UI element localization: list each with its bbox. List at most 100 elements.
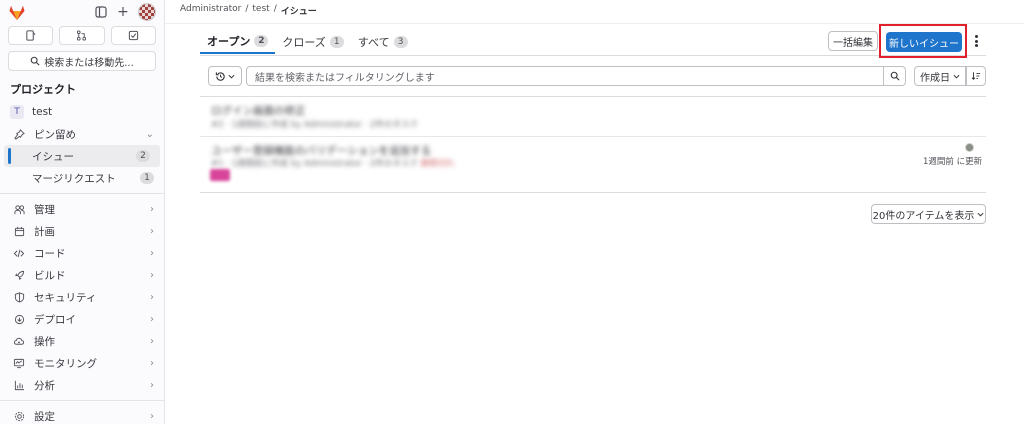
merge-requests-shortcut-button[interactable] — [59, 26, 105, 45]
issue-label-badge[interactable] — [210, 169, 230, 181]
issue-meta: #2 · 1週間前に作成 by Administrator · 2件のタスク — [211, 120, 418, 130]
merge-requests-count-badge: 1 — [140, 172, 154, 184]
breadcrumb-separator: / — [273, 4, 277, 14]
sidebar-item-security[interactable]: セキュリティ › — [0, 286, 164, 308]
issue-row[interactable]: ログイン画面の修正 #2 · 1週間前に作成 by Administrator … — [200, 97, 986, 136]
sidebar-item-operate[interactable]: 操作 › — [0, 330, 164, 352]
chevron-right-icon: › — [150, 410, 154, 422]
gitlab-logo-icon[interactable] — [8, 4, 26, 21]
chevron-down-icon: ⌄ — [145, 128, 154, 140]
chevron-right-icon: › — [150, 225, 154, 237]
search-icon — [30, 56, 40, 66]
more-actions-icon[interactable] — [971, 33, 981, 49]
sidebar-item-pinned[interactable]: ピン留め ⌄ — [0, 123, 164, 145]
chevron-right-icon: › — [150, 313, 154, 325]
chevron-right-icon: › — [150, 335, 154, 347]
sidebar-shortcuts — [0, 24, 164, 45]
sidebar-item-manage[interactable]: 管理 › — [0, 198, 164, 220]
pin-icon — [12, 127, 26, 141]
users-icon — [12, 202, 26, 216]
sort-dropdown[interactable]: 作成日 — [914, 66, 966, 86]
todo-shortcut-button[interactable] — [110, 26, 156, 45]
shield-icon — [12, 290, 26, 304]
assignee-avatar[interactable] — [965, 143, 974, 152]
search-history-button[interactable] — [208, 66, 242, 86]
issue-row[interactable]: ユーザー登録機能のバリデーションを追加する #1 · 1週間前に作成 by Ad… — [200, 137, 986, 192]
breadcrumb-project[interactable]: test — [252, 4, 269, 17]
issue-updated-time: 1週間前 に更新 — [923, 157, 983, 167]
tab-count-badge: 1 — [329, 36, 344, 48]
sidebar-item-issues[interactable]: イシュー 2 — [4, 145, 160, 167]
chevron-right-icon: › — [150, 269, 154, 281]
sidebar-project-item[interactable]: T test — [0, 101, 164, 123]
calendar-icon — [12, 224, 26, 238]
tab-all[interactable]: すべて 3 — [351, 30, 415, 54]
issues-icon — [26, 30, 36, 41]
chevron-right-icon: › — [150, 247, 154, 259]
issue-title[interactable]: ログイン画面の修正 — [211, 103, 306, 118]
filter-bar: 結果を検索またはフィルタリングします 作成日 — [208, 66, 986, 86]
sidebar-item-code[interactable]: コード › — [0, 242, 164, 264]
cloud-icon — [12, 334, 26, 348]
issues-count-badge: 2 — [136, 150, 150, 162]
sidebar-item-analyze[interactable]: 分析 › — [0, 374, 164, 396]
issue-meta: #1 · 1週間前に作成 by Administrator · 2件のタスク 期… — [211, 159, 455, 169]
new-issue-highlight: 新しいイシュー — [879, 24, 967, 58]
sidebar-item-monitor[interactable]: モニタリング › — [0, 352, 164, 374]
search-icon — [890, 71, 900, 81]
user-avatar[interactable] — [138, 3, 156, 21]
chart-icon — [12, 378, 26, 392]
breadcrumb-root[interactable]: Administrator — [180, 4, 241, 17]
sidebar-item-merge-requests[interactable]: マージリクエスト 1 — [0, 167, 164, 189]
chevron-down-icon — [953, 74, 960, 79]
rocket-icon — [12, 268, 26, 282]
checkbox-icon — [128, 30, 138, 41]
new-issue-button[interactable]: 新しいイシュー — [886, 32, 962, 52]
page-size-dropdown[interactable]: 20件のアイテムを表示 — [871, 204, 986, 224]
issue-title[interactable]: ユーザー登録機能のバリデーションを追加する — [211, 143, 431, 158]
sidebar-item-plan[interactable]: 計画 › — [0, 220, 164, 242]
issue-due-date: 期限切れ — [420, 159, 455, 169]
bulk-edit-button[interactable]: 一括編集 — [828, 31, 878, 51]
sidebar-section-title: プロジェクト — [10, 83, 76, 96]
tab-count-badge: 2 — [254, 35, 269, 47]
search-input[interactable]: 結果を検索またはフィルタリングします — [246, 66, 884, 86]
list-divider — [200, 192, 986, 193]
chevron-right-icon: › — [150, 379, 154, 391]
code-icon — [12, 246, 26, 260]
tabs-divider — [200, 55, 986, 56]
sidebar-divider — [0, 400, 164, 401]
sidebar-item-deploy[interactable]: デプロイ › — [0, 308, 164, 330]
sidebar-item-settings[interactable]: 設定 › — [0, 405, 164, 424]
plus-icon[interactable]: + — [114, 3, 132, 21]
tab-open[interactable]: オープン 2 — [200, 30, 276, 54]
issue-state-tabs: オープン 2 クローズ 1 すべて 3 — [200, 30, 415, 54]
history-icon — [215, 71, 225, 81]
chevron-down-icon — [228, 74, 235, 79]
main-content: Administrator / test / イシュー オープン 2 クローズ … — [165, 0, 1024, 424]
breadcrumb-current[interactable]: イシュー — [281, 4, 317, 17]
sidebar-item-build[interactable]: ビルド › — [0, 264, 164, 286]
chevron-down-icon — [977, 212, 984, 217]
sidebar-top: + — [0, 0, 164, 24]
sort-descending-icon — [971, 72, 981, 81]
issues-shortcut-button[interactable] — [8, 26, 54, 45]
deploy-icon — [12, 312, 26, 326]
monitor-icon — [12, 356, 26, 370]
breadcrumb-separator: / — [245, 4, 249, 14]
project-avatar: T — [10, 105, 24, 119]
chevron-right-icon: › — [150, 357, 154, 369]
merge-request-icon — [77, 30, 87, 41]
sidebar-toggle-icon[interactable] — [92, 3, 110, 21]
chevron-right-icon: › — [150, 203, 154, 215]
gear-icon — [12, 409, 26, 423]
tab-closed[interactable]: クローズ 1 — [275, 30, 350, 54]
sort-direction-button[interactable] — [966, 66, 986, 86]
project-name: test — [32, 106, 53, 118]
sidebar-divider — [0, 193, 164, 194]
search-submit-button[interactable] — [884, 66, 906, 86]
breadcrumb: Administrator / test / イシュー — [180, 4, 317, 17]
sidebar-search-button[interactable]: 検索または移動先... — [8, 51, 156, 71]
tab-count-badge: 3 — [393, 36, 408, 48]
chevron-right-icon: › — [150, 291, 154, 303]
